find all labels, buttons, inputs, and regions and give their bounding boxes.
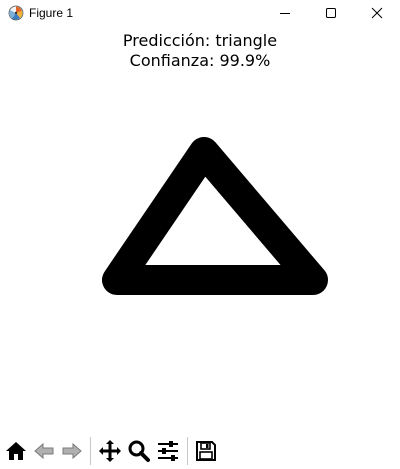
back-button[interactable] <box>30 437 58 465</box>
configure-subplots-button[interactable] <box>154 437 182 465</box>
toolbar-separator <box>90 437 91 465</box>
triangle-stroke <box>102 137 328 295</box>
back-arrow-icon <box>34 442 54 460</box>
pan-button[interactable] <box>96 437 124 465</box>
maximize-icon <box>326 8 336 18</box>
maximize-button[interactable] <box>308 0 354 26</box>
minimize-button[interactable] <box>262 0 308 26</box>
close-button[interactable] <box>354 0 400 26</box>
matplotlib-icon <box>8 5 24 21</box>
forward-arrow-icon <box>62 442 82 460</box>
figure-window: Figure 1 Predicción: triangle Confianza:… <box>0 0 400 469</box>
zoom-button[interactable] <box>125 437 153 465</box>
save-button[interactable] <box>192 437 220 465</box>
home-icon <box>6 442 26 460</box>
navigation-toolbar <box>0 433 400 469</box>
title-bar[interactable]: Figure 1 <box>0 0 400 26</box>
forward-button[interactable] <box>58 437 86 465</box>
pan-move-icon <box>99 440 121 462</box>
window-title: Figure 1 <box>29 6 74 20</box>
minimize-icon <box>280 13 290 14</box>
configure-subplots-icon <box>158 441 178 461</box>
home-button[interactable] <box>2 437 30 465</box>
zoom-magnifier-icon <box>128 440 150 462</box>
triangle-image <box>102 137 328 295</box>
close-icon <box>371 7 383 19</box>
figure-canvas[interactable]: Predicción: triangle Confianza: 99.9% <box>0 26 400 433</box>
toolbar-separator <box>187 437 188 465</box>
save-floppy-icon <box>196 441 216 461</box>
